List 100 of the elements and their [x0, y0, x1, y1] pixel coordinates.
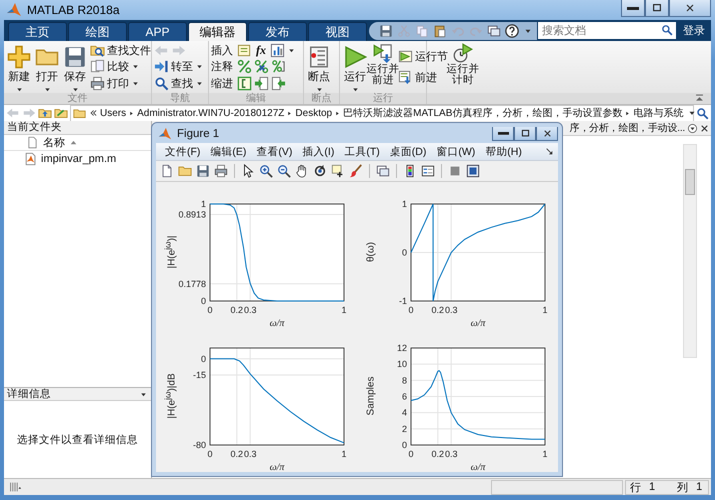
go-to-button[interactable]: 转至: [154, 59, 204, 74]
ribbon-tab[interactable]: 主页: [8, 22, 67, 41]
minimize-button[interactable]: [621, 0, 645, 17]
printer-icon: [90, 76, 105, 92]
path-segment[interactable]: 巴特沃斯滤波器MATLAB仿真程序，分析，绘图，手动设置参数: [343, 106, 622, 120]
folder-up-icon[interactable]: [38, 106, 52, 120]
percent-icon[interactable]: [237, 59, 252, 74]
clipboard-icon[interactable]: [433, 24, 447, 38]
figure-title: Figure 1: [177, 127, 220, 142]
data-cursor-icon[interactable]: [331, 164, 345, 178]
tick-label: 0.2: [230, 305, 244, 315]
path-segment[interactable]: Administrator.WIN7U-20180127Z: [137, 108, 284, 118]
panel-icon[interactable]: [466, 164, 480, 178]
tick-label: 1: [542, 449, 548, 459]
ribbon-tab[interactable]: 编辑器: [188, 22, 247, 41]
pointer-icon[interactable]: [241, 164, 255, 178]
arrow-box-icon[interactable]: [271, 76, 286, 92]
bar-chart-icon[interactable]: [270, 42, 285, 58]
help-icon[interactable]: [505, 24, 519, 38]
run-button[interactable]: 运行: [342, 41, 368, 93]
panel-title: 序，分析，绘图，手动设...: [569, 122, 685, 135]
ribbon-tab[interactable]: APP: [128, 22, 187, 41]
new-document-icon[interactable]: [160, 164, 174, 178]
window-title: MATLAB R2018a: [27, 3, 120, 17]
tick-label: 0: [408, 305, 414, 315]
column-label: 列: [677, 480, 688, 494]
ribbon-tab[interactable]: 视图: [308, 22, 367, 41]
menu-item[interactable]: 编辑(E): [207, 144, 250, 159]
bracket-box-icon[interactable]: [237, 76, 252, 92]
comment-button[interactable]: 注释: [211, 59, 233, 74]
menu-item[interactable]: 插入(I): [299, 144, 338, 159]
new-button[interactable]: 新建: [6, 41, 32, 93]
menu-item[interactable]: 桌面(D): [386, 144, 430, 159]
tick-label: 0: [200, 354, 206, 364]
run-section-button[interactable]: 运行节: [398, 49, 448, 64]
menu-item[interactable]: 文件(F): [162, 144, 204, 159]
save-button[interactable]: 保存: [62, 41, 88, 93]
triangle-logo-icon: [6, 2, 22, 18]
panel-title: 详细信息: [7, 387, 51, 401]
windows-icon[interactable]: [376, 164, 390, 178]
folder-browse-icon[interactable]: [54, 106, 68, 120]
insert-button[interactable]: 插入: [211, 42, 233, 58]
compare-button[interactable]: 比较: [90, 59, 151, 74]
ribbon-tab[interactable]: 发布: [248, 22, 307, 41]
menu-item[interactable]: 查看(V): [253, 144, 296, 159]
panel-title: 当前文件夹: [4, 121, 151, 135]
breakpoints-button[interactable]: 断点: [306, 41, 332, 93]
circle-caret-icon[interactable]: [687, 122, 698, 134]
zoom-in-icon[interactable]: [259, 164, 273, 178]
folder-icon[interactable]: [178, 164, 192, 178]
column-title[interactable]: 名称: [43, 135, 65, 150]
tick-label: 4: [402, 408, 407, 418]
arrow-box-icon[interactable]: [254, 76, 269, 92]
percent-cross-icon[interactable]: [254, 59, 269, 74]
file-name[interactable]: impinvar_pm.m: [41, 153, 116, 165]
printer-icon[interactable]: [214, 164, 228, 178]
minimize-button[interactable]: [492, 127, 514, 141]
windows-icon[interactable]: [487, 24, 501, 38]
close-icon[interactable]: [699, 122, 710, 134]
close-icon: [542, 128, 552, 139]
maximize-button[interactable]: [645, 0, 669, 17]
menu-item[interactable]: 工具(T): [341, 144, 383, 159]
column-number: 1: [696, 481, 702, 493]
close-button[interactable]: [536, 127, 558, 141]
search-field[interactable]: 搜索文档: [538, 22, 676, 39]
scrollbar[interactable]: [683, 144, 697, 358]
axis-label: ω/π: [470, 462, 486, 472]
path-segment[interactable]: 电路与系统: [633, 106, 684, 120]
login-button[interactable]: 登录: [677, 23, 711, 38]
minimize-icon: [498, 132, 508, 135]
tick-label: 1: [342, 305, 346, 315]
legend-icon[interactable]: [421, 164, 435, 178]
axis-label: Samples: [366, 376, 376, 416]
percent-arrow-icon[interactable]: [271, 59, 286, 74]
search-icon[interactable]: [696, 106, 709, 120]
brush-icon[interactable]: [349, 164, 363, 178]
find-files-button[interactable]: 查找文件: [90, 42, 151, 58]
play-box-icon: [398, 49, 413, 64]
maximize-button[interactable]: [514, 127, 536, 141]
hand-icon[interactable]: [295, 164, 309, 178]
tick-label: 1: [200, 199, 206, 209]
advance-button[interactable]: 前进: [398, 70, 448, 85]
close-button[interactable]: [669, 0, 711, 17]
function-button[interactable]: fx: [254, 42, 268, 58]
menu-item[interactable]: 帮助(H): [482, 144, 525, 159]
rotate-icon[interactable]: [313, 164, 327, 178]
note-icon[interactable]: [237, 42, 252, 58]
column-header[interactable]: 名称: [4, 135, 151, 151]
path-segment[interactable]: Users: [100, 108, 126, 118]
find-button[interactable]: 查找: [154, 76, 204, 92]
tick-label: 0: [402, 440, 407, 450]
path-segment[interactable]: Desktop: [295, 108, 332, 118]
open-button[interactable]: 打开: [34, 41, 60, 93]
tick-label: 0.3: [444, 449, 458, 459]
dock-arrow-icon[interactable]: [545, 147, 554, 156]
menu-item[interactable]: 窗口(W): [433, 144, 478, 159]
indent-button[interactable]: 缩进: [211, 76, 233, 92]
print-button[interactable]: 打印: [90, 76, 151, 92]
ribbon-tab[interactable]: 绘图: [68, 22, 127, 41]
zoom-out-icon[interactable]: [277, 164, 291, 178]
